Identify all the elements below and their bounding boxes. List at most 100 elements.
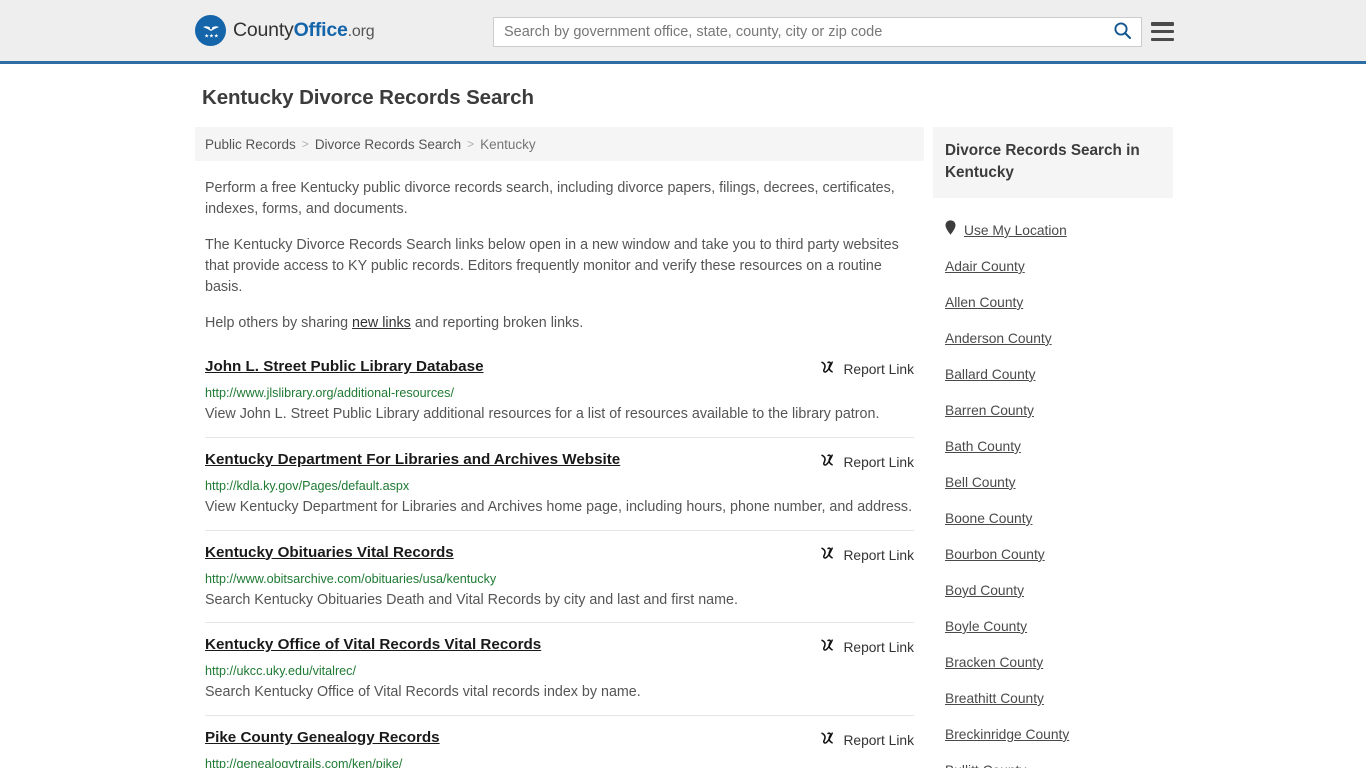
eagle-shield-icon: ★★★: [195, 15, 226, 46]
intro-paragraph-3: Help others by sharing new links and rep…: [205, 313, 914, 334]
main-column: Public Records > Divorce Records Search …: [195, 127, 924, 768]
search-bar[interactable]: [493, 17, 1142, 47]
search-button[interactable]: [1103, 18, 1141, 46]
sidebar-item-county[interactable]: Barren County: [933, 392, 1173, 428]
result-url[interactable]: http://www.jlslibrary.org/additional-res…: [205, 386, 914, 400]
sidebar-item-county[interactable]: Bullitt County: [933, 752, 1173, 768]
sidebar-item-county[interactable]: Boyd County: [933, 572, 1173, 608]
county-link[interactable]: Bracken County: [945, 655, 1043, 670]
report-link-button[interactable]: Report Link: [819, 729, 914, 751]
result-header: John L. Street Public Library Database R…: [205, 358, 914, 380]
hamburger-menu-icon[interactable]: [1151, 20, 1174, 43]
result-url[interactable]: http://kdla.ky.gov/Pages/default.aspx: [205, 479, 914, 493]
result-title[interactable]: Pike County Genealogy Records: [205, 729, 440, 747]
county-link[interactable]: Bourbon County: [945, 547, 1045, 562]
result-list: John L. Street Public Library Database R…: [195, 353, 924, 768]
result-item: John L. Street Public Library Database R…: [205, 353, 914, 437]
result-url[interactable]: http://www.obitsarchive.com/obituaries/u…: [205, 572, 914, 586]
report-link-label: Report Link: [843, 362, 914, 378]
site-logo[interactable]: ★★★ CountyOffice.org: [195, 15, 375, 46]
sidebar-county-list: Use My Location Adair County Allen Count…: [933, 212, 1173, 768]
sidebar-item-county[interactable]: Adair County: [933, 248, 1173, 284]
hamburger-bar-2: [1151, 29, 1174, 34]
report-link-button[interactable]: Report Link: [819, 451, 914, 473]
report-link-label: Report Link: [843, 454, 914, 470]
intro-paragraph-1: Perform a free Kentucky public divorce r…: [205, 180, 895, 218]
breadcrumb: Public Records > Divorce Records Search …: [195, 127, 924, 161]
report-link-label: Report Link: [843, 732, 914, 748]
broken-link-icon: [819, 452, 835, 473]
search-input[interactable]: [494, 18, 1103, 46]
intro-p3-pre: Help others by sharing: [205, 315, 353, 332]
sidebar-item-county[interactable]: Bracken County: [933, 644, 1173, 680]
hamburger-bar-3: [1151, 37, 1174, 41]
new-links-link[interactable]: new links: [352, 315, 411, 331]
intro-p3-post: and reporting broken links.: [410, 315, 584, 332]
result-url[interactable]: http://genealogytrails.com/ken/pike/: [205, 757, 914, 768]
search-icon: [1113, 21, 1132, 43]
logo-text-county: County: [233, 19, 294, 41]
map-pin-icon: [945, 220, 956, 240]
sidebar-item-use-my-location[interactable]: Use My Location: [933, 212, 1173, 248]
result-item: Kentucky Obituaries Vital Records Report…: [205, 529, 914, 623]
broken-link-icon: [819, 637, 835, 658]
intro-paragraph-2: The Kentucky Divorce Records Search link…: [205, 237, 899, 296]
result-title[interactable]: John L. Street Public Library Database: [205, 358, 484, 376]
result-header: Pike County Genealogy Records Report Lin…: [205, 729, 914, 751]
logo-text-org: .org: [347, 23, 375, 40]
county-link[interactable]: Barren County: [945, 403, 1034, 418]
breadcrumb-item-divorce-records-search[interactable]: Divorce Records Search: [315, 137, 461, 152]
breadcrumb-item-kentucky: Kentucky: [480, 136, 536, 152]
county-link[interactable]: Anderson County: [945, 331, 1052, 346]
county-link[interactable]: Breckinridge County: [945, 727, 1069, 742]
logo-text: CountyOffice.org: [233, 19, 375, 42]
broken-link-icon: [819, 545, 835, 566]
county-link[interactable]: Boyd County: [945, 583, 1024, 598]
county-link[interactable]: Boone County: [945, 511, 1032, 526]
county-link[interactable]: Bath County: [945, 439, 1021, 454]
result-item: Pike County Genealogy Records Report Lin…: [205, 714, 914, 768]
logo-text-office: Office: [293, 19, 348, 41]
sidebar-item-county[interactable]: Bourbon County: [933, 536, 1173, 572]
county-link[interactable]: Ballard County: [945, 367, 1036, 382]
site-header: ★★★ CountyOffice.org: [0, 0, 1366, 64]
result-title[interactable]: Kentucky Office of Vital Records Vital R…: [205, 636, 541, 654]
result-title[interactable]: Kentucky Department For Libraries and Ar…: [205, 451, 620, 469]
sidebar-item-county[interactable]: Allen County: [933, 284, 1173, 320]
sidebar-heading: Divorce Records Search in Kentucky: [933, 127, 1173, 199]
sidebar: Divorce Records Search in Kentucky Use M…: [933, 127, 1173, 768]
county-link[interactable]: Bell County: [945, 475, 1016, 490]
result-title[interactable]: Kentucky Obituaries Vital Records: [205, 544, 454, 562]
report-link-button[interactable]: Report Link: [819, 544, 914, 566]
page-title: Kentucky Divorce Records Search: [202, 86, 534, 109]
sidebar-item-county[interactable]: Boone County: [933, 500, 1173, 536]
sidebar-item-county[interactable]: Breathitt County: [933, 680, 1173, 716]
result-item: Kentucky Department For Libraries and Ar…: [205, 436, 914, 530]
county-link[interactable]: Breathitt County: [945, 691, 1044, 706]
report-link-label: Report Link: [843, 547, 914, 563]
breadcrumb-item-public-records[interactable]: Public Records: [205, 137, 296, 152]
sidebar-item-county[interactable]: Anderson County: [933, 320, 1173, 356]
svg-text:★★★: ★★★: [204, 33, 219, 39]
sidebar-item-county[interactable]: Boyle County: [933, 608, 1173, 644]
use-my-location-link[interactable]: Use My Location: [964, 223, 1067, 238]
sidebar-item-county[interactable]: Ballard County: [933, 356, 1173, 392]
report-link-button[interactable]: Report Link: [819, 358, 914, 380]
sidebar-item-county[interactable]: Breckinridge County: [933, 716, 1173, 752]
result-description: Search Kentucky Obituaries Death and Vit…: [205, 591, 738, 608]
report-link-label: Report Link: [843, 640, 914, 656]
result-header: Kentucky Obituaries Vital Records Report…: [205, 544, 914, 566]
result-url[interactable]: http://ukcc.uky.edu/vitalrec/: [205, 664, 914, 678]
result-description: Search Kentucky Office of Vital Records …: [205, 684, 641, 701]
report-link-button[interactable]: Report Link: [819, 636, 914, 658]
county-link[interactable]: Allen County: [945, 295, 1023, 310]
result-header: Kentucky Office of Vital Records Vital R…: [205, 636, 914, 658]
county-link[interactable]: Bullitt County: [945, 763, 1026, 768]
county-link[interactable]: Boyle County: [945, 619, 1027, 634]
county-link[interactable]: Adair County: [945, 259, 1025, 274]
sidebar-item-county[interactable]: Bath County: [933, 428, 1173, 464]
hamburger-bar-1: [1151, 22, 1174, 26]
sidebar-item-county[interactable]: Bell County: [933, 464, 1173, 500]
result-description: View John L. Street Public Library addit…: [205, 406, 880, 423]
broken-link-icon: [819, 730, 835, 751]
